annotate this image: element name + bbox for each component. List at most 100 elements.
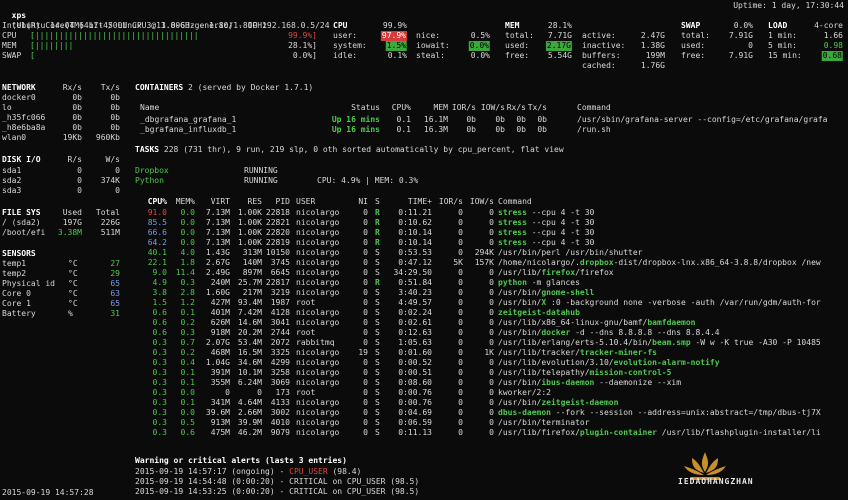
proc-virt: 7.13M: [205, 228, 230, 237]
network-title: NETWORK: [2, 83, 36, 92]
cpu-key2: steal:: [416, 51, 445, 60]
proc-ni: 0: [363, 318, 368, 327]
proc-mem: 4.0: [180, 248, 195, 257]
quicklook-label: MEM: [2, 41, 17, 50]
proc-iow: 0: [489, 278, 494, 287]
proc-iow: 0: [489, 388, 494, 397]
proc-virt: 2.07G: [205, 338, 230, 347]
proc-time: 0:01.60: [398, 348, 432, 357]
proc-user: nicolargo: [296, 318, 340, 327]
proc-cpu: 0.3: [152, 348, 167, 357]
load-cores: 4-core: [814, 21, 843, 30]
cmd-args: /firefox: [575, 268, 614, 277]
container-ior: 0b: [466, 125, 476, 134]
container-cpu: 0.1: [396, 125, 411, 134]
quicklook-label: CPU: [2, 31, 17, 40]
proc-virt: 355M: [210, 378, 230, 387]
swap-title: SWAP: [681, 21, 701, 30]
fs-total-header: Total: [95, 208, 120, 217]
sensor-value: 65: [110, 299, 120, 308]
proc-cpu: 0.6: [152, 328, 167, 337]
sensor-value: 65: [110, 279, 120, 288]
proc-cpu: 85.5: [147, 218, 167, 227]
amp-result: CPU: 4.9% | MEM: 0.3%: [317, 176, 419, 185]
proc-ni: 0: [363, 308, 368, 317]
load-title: LOAD: [768, 21, 788, 30]
proc-ior: 0: [458, 318, 463, 327]
cmd-part: /usr/bin/: [498, 378, 542, 387]
proc-iow: 0: [489, 378, 494, 387]
cmd-program: zeitgeist-daemon: [541, 398, 619, 407]
proc-time: 0:11.21: [398, 208, 432, 217]
proc-res: 4.64M: [237, 398, 262, 407]
proc-res: 897M: [242, 268, 262, 277]
proc-iow: 0: [489, 398, 494, 407]
proc-time: 0:53.53: [398, 248, 432, 257]
disk-name: sda3: [2, 186, 22, 195]
proc-res: 25.7M: [237, 278, 262, 287]
proc-ni: 19: [358, 348, 368, 357]
proc-ior: 0: [458, 228, 463, 237]
proc-mem: 0.6: [180, 428, 195, 437]
proc-command: /usr/lib/evolution/3.10/evolution-alarm-…: [498, 358, 720, 368]
proc-res: 53.4M: [237, 338, 262, 347]
container-command: /run.sh: [577, 125, 611, 134]
proc-status: R: [375, 278, 380, 287]
cmd-program: dropbox: [579, 258, 614, 267]
proc-cpu: 40.1: [147, 248, 167, 257]
cmd-args: -W w -K true -A30 -P 10485: [690, 338, 821, 347]
proc-ior: 0: [458, 388, 463, 397]
proc-ior: 0: [458, 218, 463, 227]
container-mem: 16.1M: [423, 115, 448, 124]
proc-status: S: [375, 398, 380, 407]
proc-virt: 427M: [210, 298, 230, 307]
proc-iow: 0: [489, 368, 494, 377]
cmd-program: ibus-daemon: [541, 378, 595, 387]
proc-command: /usr/bin/docker -d --dns 8.8.8.8 --dns 8…: [498, 328, 720, 338]
proc-ni: 0: [363, 398, 368, 407]
fs-total: 226G: [100, 218, 120, 227]
proc-pid: 22820: [265, 228, 290, 237]
sensor-name: Battery: [2, 309, 36, 318]
amp-name: Dropbox: [135, 166, 169, 175]
proc-user: nicolargo: [296, 418, 340, 427]
proc-ni: 0: [363, 298, 368, 307]
network-interface: _h35fc066: [2, 113, 46, 122]
proc-virt: 7.13M: [205, 208, 230, 217]
proc-command: /usr/bin/zeitgeist-daemon: [498, 398, 618, 408]
proc-col-virt: VIRT: [210, 197, 230, 206]
mem-value: 7.71G: [547, 31, 572, 40]
proc-virt: 7.13M: [205, 238, 230, 247]
cmd-program: mission-control-5: [589, 368, 672, 377]
proc-res: 39.9M: [237, 418, 262, 427]
fs-total: 511M: [100, 228, 120, 237]
proc-mem: 0.0: [180, 228, 195, 237]
container-col-status: Status: [351, 103, 380, 112]
fs-used: 3.38M: [57, 228, 82, 237]
alert-value: (98.4): [327, 467, 362, 476]
proc-cpu: 0.6: [152, 308, 167, 317]
proc-col-ior: IOR/s: [438, 197, 463, 206]
proc-ior: 0: [458, 358, 463, 367]
network-tx: 0b: [110, 123, 120, 132]
proc-status: S: [375, 288, 380, 297]
proc-status: S: [375, 358, 380, 367]
proc-cpu: 0.3: [152, 358, 167, 367]
proc-time: 0:10.14: [398, 228, 432, 237]
swap-value: 7.91G: [728, 31, 753, 40]
proc-col-time: TIME+: [407, 197, 432, 206]
proc-ior: 0: [458, 328, 463, 337]
proc-time: 0:47.12: [398, 258, 432, 267]
container-col-rx: Rx/s: [506, 103, 526, 112]
watermark-text: IEDAOHANGZHAN: [678, 477, 754, 486]
mem-key2: cached:: [582, 61, 616, 70]
proc-command: /usr/lib/telepathy/mission-control-5: [498, 368, 671, 378]
proc-user: nicolargo: [296, 278, 340, 287]
disk-r-header: R/s: [67, 155, 82, 164]
network-tx: 0b: [110, 93, 120, 102]
proc-command: /home/nicolargo/.dropbox-dist/dropbox-ln…: [498, 258, 821, 268]
cmd-part: /usr/bin/: [498, 328, 542, 337]
proc-iow: 0: [489, 358, 494, 367]
proc-virt: 401M: [210, 308, 230, 317]
cmd-args: --cpu 4 -t 30: [526, 238, 595, 247]
